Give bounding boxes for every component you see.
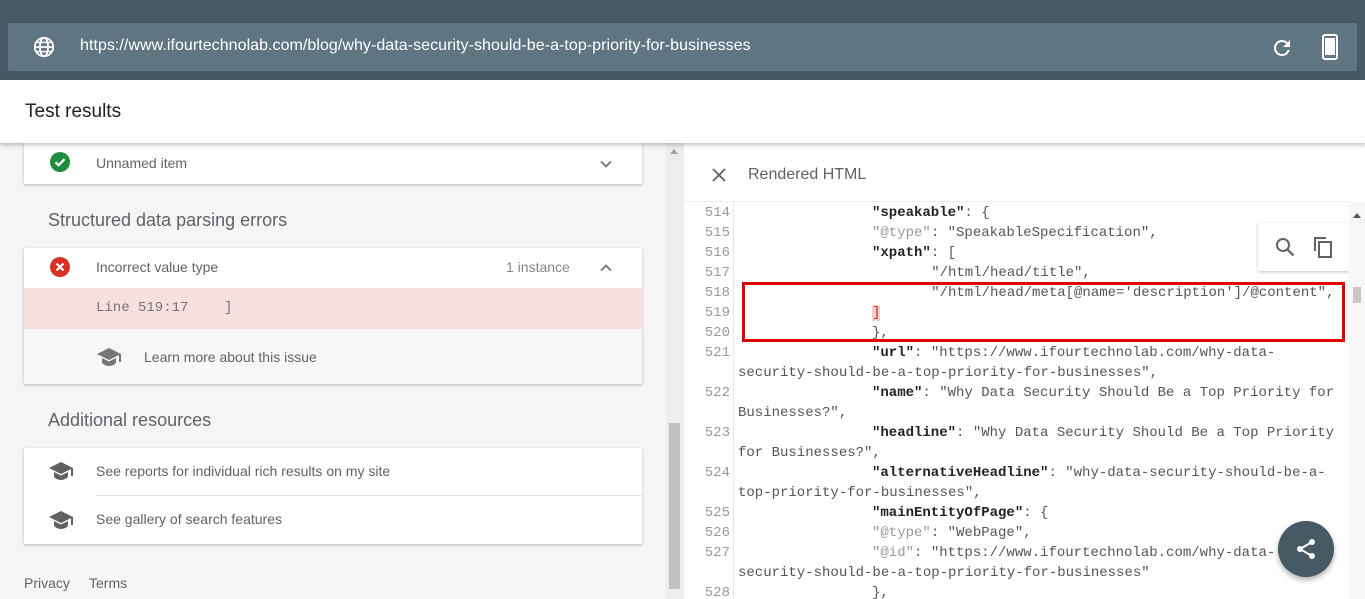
code-line: "name": "Why Data Security Should Be a T… [872, 385, 1335, 401]
line-number: 516 [704, 245, 730, 261]
line-number: 523 [704, 425, 730, 441]
terms-link[interactable]: Terms [89, 575, 127, 591]
results-panel: Unnamed item Structured data parsing err… [0, 143, 666, 599]
page-title: Test results [25, 101, 122, 122]
resource-label: See reports for individual rich results … [96, 463, 391, 479]
code-line: "speakable": { [872, 205, 990, 221]
detected-item-card[interactable]: Unnamed item [24, 143, 642, 184]
line-number: 525 [704, 505, 730, 521]
scroll-up-arrow[interactable] [670, 149, 678, 154]
line-number-gutter: 5135145155165175185195205215225235245255… [684, 202, 734, 599]
panel-title: Rendered HTML [748, 166, 867, 183]
error-header-row[interactable]: Incorrect value type 1 instance [24, 248, 642, 288]
url-bar[interactable]: https://www.ifourtechnolab.com/blog/why-… [8, 23, 1357, 71]
highlight-annotation-box [742, 282, 1345, 342]
left-scrollbar[interactable] [666, 143, 684, 599]
code-line: for Businesses?", [738, 445, 881, 461]
line-number: 518 [704, 285, 730, 301]
code-line: security-should-be-a-top-priority-for-bu… [738, 565, 1150, 581]
line-number: 515 [704, 225, 730, 241]
school-icon [49, 462, 73, 480]
code-scrollbar[interactable] [1349, 201, 1365, 599]
parsing-errors-title: Structured data parsing errors [48, 210, 288, 230]
code-line: "@id": "https://www.ifourtechnolab.com/w… [872, 545, 1276, 561]
error-line-row[interactable]: Line 519:17 ] [24, 288, 642, 329]
line-number: 517 [704, 265, 730, 281]
close-icon[interactable] [711, 167, 727, 183]
line-number: 520 [704, 325, 730, 341]
line-number: 519 [704, 305, 730, 321]
code-line: }, [872, 585, 889, 599]
code-tools [1258, 223, 1350, 271]
detected-item-label: Unnamed item [96, 155, 188, 171]
error-count: 1 instance [506, 259, 570, 275]
error-line-ref: Line 519:17 [96, 300, 189, 316]
school-icon [97, 348, 121, 366]
line-number: 514 [704, 205, 730, 221]
chevron-down-icon[interactable] [599, 157, 613, 171]
line-number: 521 [704, 345, 730, 361]
error-label: Incorrect value type [96, 259, 219, 275]
line-number: 526 [704, 525, 730, 541]
line-number: 527 [704, 545, 730, 561]
rendered-html-panel: Rendered HTML 51351451551651751851952052… [684, 143, 1365, 599]
scrollbar-thumb[interactable] [1353, 287, 1361, 303]
scrollbar-thumb[interactable] [669, 423, 680, 589]
resource-label: See gallery of search features [96, 511, 282, 527]
smartphone-icon[interactable] [1318, 34, 1342, 60]
url-bar-container: https://www.ifourtechnolab.com/blog/why-… [0, 0, 1365, 80]
share-button[interactable] [1278, 521, 1334, 577]
line-number: 528 [704, 585, 730, 599]
check-circle-icon [50, 152, 70, 172]
learn-more-link[interactable]: Learn more about this issue [144, 349, 317, 365]
test-results-header: Test results [0, 80, 1365, 143]
url-text[interactable]: https://www.ifourtechnolab.com/blog/why-… [80, 37, 751, 55]
resource-item-reports[interactable]: See reports for individual rich results … [24, 448, 642, 495]
code-line: "mainEntityOfPage": { [872, 505, 1049, 521]
code-line: "/html/head/title", [906, 265, 1091, 281]
school-icon [49, 511, 73, 529]
share-icon [1297, 539, 1315, 559]
code-line: security-should-be-a-top-priority-for-bu… [738, 365, 1159, 381]
reload-icon[interactable] [1270, 36, 1294, 60]
chevron-up-icon[interactable] [599, 261, 613, 275]
code-line: "@type": "SpeakableSpecification", [872, 225, 1158, 241]
additional-resources-title: Additional resources [48, 410, 212, 430]
resources-card: See reports for individual rich results … [24, 448, 642, 544]
code-line: Businesses?", [738, 405, 848, 421]
resource-item-gallery[interactable]: See gallery of search features [24, 496, 642, 544]
copy-icon[interactable] [1312, 235, 1334, 259]
code-line: "alternativeHeadline": "why-data-securit… [872, 465, 1326, 481]
line-number: 522 [704, 385, 730, 401]
scroll-up-arrow[interactable] [1353, 213, 1361, 218]
code-line: "xpath": [ [872, 245, 957, 261]
globe-icon [33, 36, 55, 58]
privacy-link[interactable]: Privacy [24, 575, 70, 591]
learn-more-row[interactable]: Learn more about this issue [24, 329, 642, 384]
code-viewer[interactable]: 5135145155165175185195205215225235245255… [684, 201, 1349, 599]
code-line: "url": "https://www.ifourtechnolab.com/w… [872, 345, 1276, 361]
code-line: top-priority-for-businesses", [738, 485, 982, 501]
error-line-code: ] [224, 300, 233, 316]
parsing-error-card: Incorrect value type 1 instance Line 519… [24, 248, 642, 384]
code-line: "headline": "Why Data Security Should Be… [872, 425, 1335, 441]
code-line: "@type": "WebPage", [872, 525, 1032, 541]
error-circle-icon [50, 257, 70, 277]
line-number: 524 [704, 465, 730, 481]
search-icon[interactable] [1275, 237, 1295, 257]
